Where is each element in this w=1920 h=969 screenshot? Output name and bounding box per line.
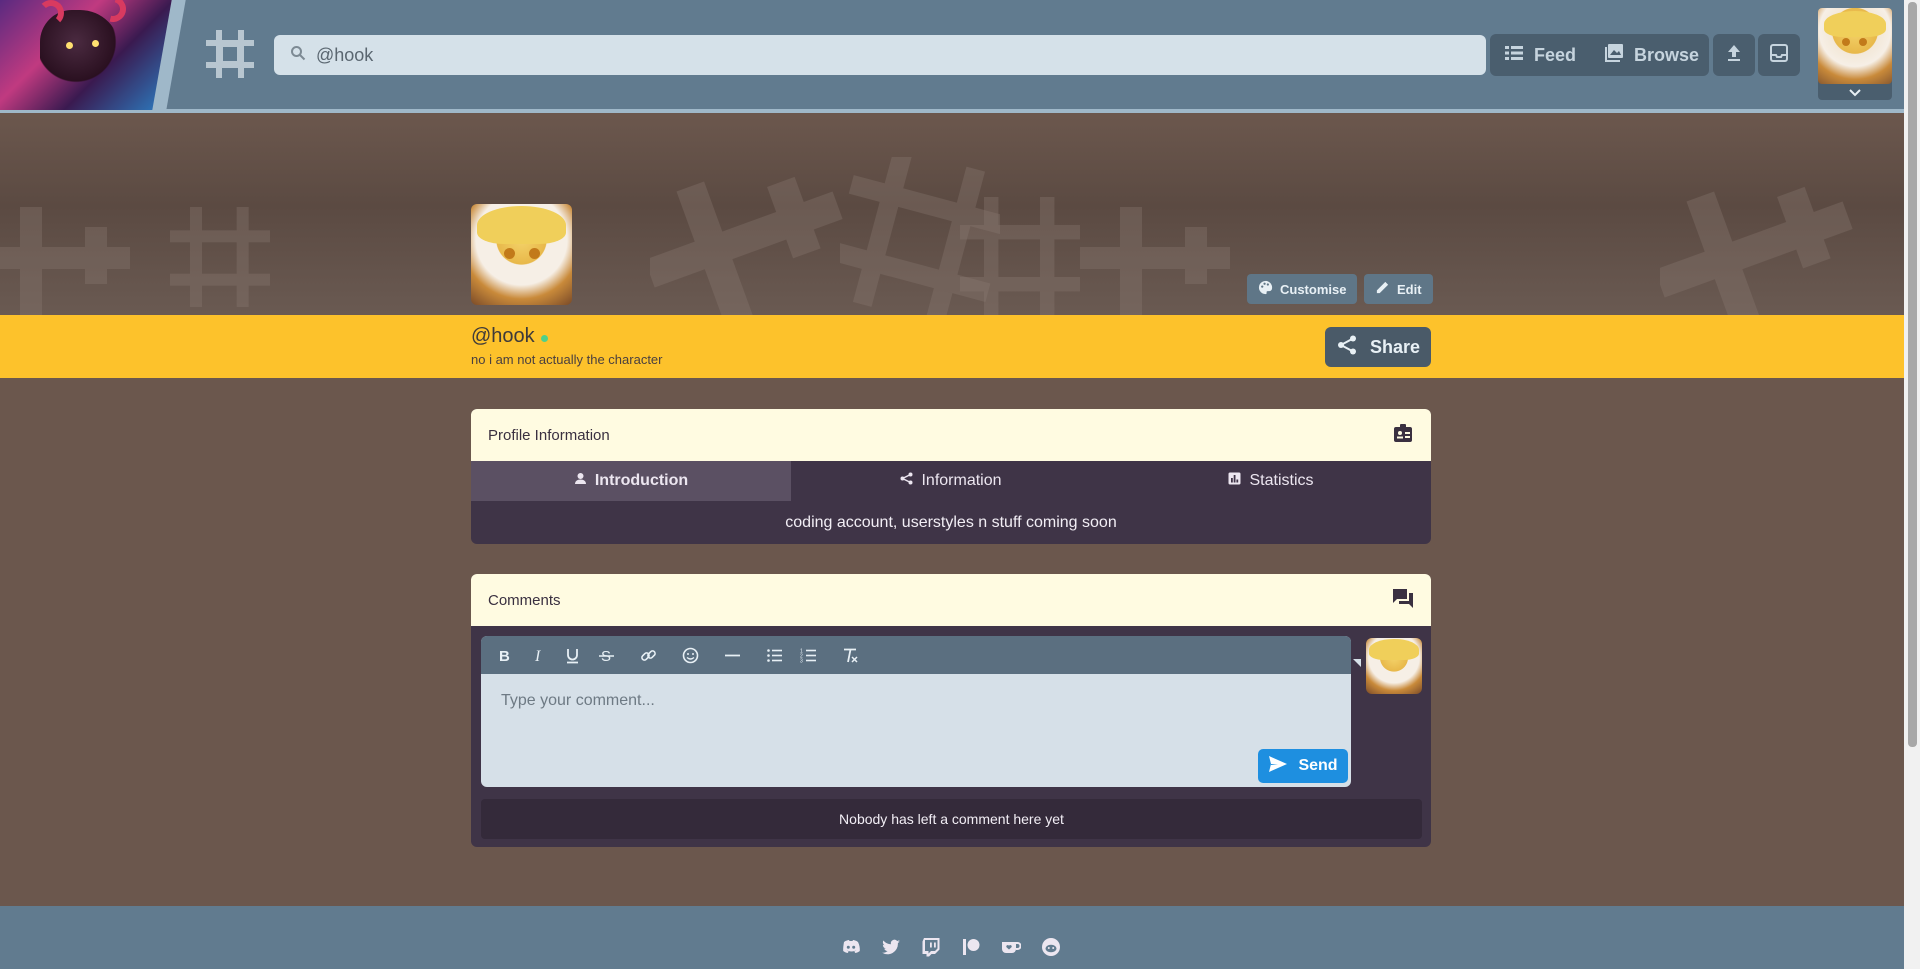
banner-pattern-glyph <box>960 197 1080 315</box>
browse-button[interactable]: Browse <box>1590 34 1713 76</box>
reddit-icon[interactable] <box>1040 936 1062 958</box>
comment-editor: B I S 123 Type your comment... Send <box>481 636 1351 787</box>
share-icon <box>1336 334 1358 361</box>
palette-icon <box>1258 280 1273 298</box>
clear-format-icon[interactable] <box>833 636 867 674</box>
send-icon <box>1268 754 1288 779</box>
pencil-icon <box>1375 280 1390 298</box>
edit-button[interactable]: Edit <box>1364 274 1433 304</box>
profile-tagline: no i am not actually the character <box>471 352 663 367</box>
panel-title: Profile Information <box>488 426 610 444</box>
profile-name-bar <box>0 315 1904 378</box>
chart-icon <box>1228 472 1241 490</box>
bullet-list-icon[interactable] <box>757 636 791 674</box>
share-label: Share <box>1369 336 1421 357</box>
profile-handle: @hook <box>471 325 535 347</box>
italic-icon[interactable]: I <box>521 636 555 674</box>
horizontal-rule-icon[interactable] <box>715 636 749 674</box>
profile-avatar[interactable] <box>471 204 572 305</box>
link-icon[interactable] <box>631 636 665 674</box>
svg-text:3: 3 <box>800 658 803 664</box>
chat-icon <box>1392 587 1414 613</box>
banner-pattern-glyph <box>1080 207 1230 315</box>
tab-label: Introduction <box>594 472 689 489</box>
tab-label: Information <box>921 472 1002 489</box>
upload-icon <box>1724 43 1744 68</box>
site-banner-art[interactable] <box>0 0 180 110</box>
patreon-icon[interactable] <box>960 936 982 958</box>
list-icon <box>1504 43 1524 68</box>
editor-pointer <box>1353 659 1361 667</box>
search-icon <box>290 45 306 66</box>
inbox-button[interactable] <box>1758 34 1800 76</box>
tab-statistics[interactable]: Statistics <box>1111 461 1431 501</box>
twitter-icon[interactable] <box>880 936 902 958</box>
send-label: Send <box>1298 757 1338 774</box>
edit-label: Edit <box>1397 281 1422 297</box>
share-icon <box>900 472 913 490</box>
panel-title: Comments <box>488 591 561 609</box>
editor-toolbar: B I S 123 <box>481 636 1351 674</box>
profile-information-header: Profile Information <box>471 409 1431 461</box>
kofi-icon[interactable] <box>1000 936 1022 958</box>
customise-button[interactable]: Customise <box>1247 274 1358 304</box>
empty-comments-message: Nobody has left a comment here yet <box>481 799 1422 839</box>
search-input[interactable]: @hook <box>316 45 373 66</box>
banner-horn-left <box>38 0 64 26</box>
nav-group: Feed Browse <box>1490 34 1709 76</box>
scrollbar-thumb[interactable] <box>1908 2 1917 747</box>
online-status-dot <box>540 335 548 342</box>
page-scrollbar[interactable] <box>1904 0 1920 969</box>
discord-icon[interactable] <box>840 936 862 958</box>
user-menu[interactable] <box>1818 8 1892 100</box>
top-bar: @hook Feed Browse <box>0 0 1904 113</box>
numbered-list-icon[interactable]: 123 <box>791 636 825 674</box>
comments-panel: Comments B I S 123 Type your comment... <box>471 574 1431 847</box>
tab-label: Statistics <box>1249 472 1314 489</box>
emoji-icon[interactable] <box>673 636 707 674</box>
underline-icon[interactable] <box>555 636 589 674</box>
profile-banner <box>0 117 1904 315</box>
profile-information-panel: Profile Information Introduction Informa… <box>471 409 1431 544</box>
browse-label: Browse <box>1634 44 1700 65</box>
banner-eye-left <box>66 42 73 49</box>
gallery-icon <box>1604 43 1624 68</box>
tab-introduction[interactable]: Introduction <box>471 461 791 501</box>
search-bar[interactable]: @hook <box>274 35 1486 75</box>
svg-text:I: I <box>534 648 541 664</box>
banner-eye-right <box>92 40 99 47</box>
send-button[interactable]: Send <box>1258 749 1348 783</box>
banner-pattern-glyph <box>170 207 270 307</box>
comment-input[interactable]: Type your comment... <box>481 674 1351 787</box>
comments-header: Comments <box>471 574 1431 626</box>
banner-pattern-glyph <box>650 176 843 315</box>
twitch-icon[interactable] <box>920 936 942 958</box>
site-logo-icon[interactable] <box>204 28 256 80</box>
chevron-down-icon <box>1847 86 1863 98</box>
bold-icon[interactable]: B <box>487 636 521 674</box>
customise-label: Customise <box>1280 281 1347 297</box>
banner-pattern-glyph <box>0 207 130 315</box>
tab-information[interactable]: Information <box>791 461 1111 501</box>
profile-handle-line: @hook <box>471 325 548 348</box>
inbox-icon <box>1769 43 1789 68</box>
share-button[interactable]: Share <box>1325 327 1431 367</box>
svg-text:B: B <box>499 648 510 664</box>
social-links <box>840 936 1062 958</box>
profile-tabs: Introduction Information Statistics <box>471 461 1431 501</box>
avatar <box>1366 638 1422 694</box>
introduction-text: coding account, userstyles n stuff comin… <box>785 513 1117 531</box>
banner-pattern-glyph <box>1660 186 1853 315</box>
user-icon <box>574 472 587 490</box>
avatar <box>1818 8 1892 84</box>
feed-button[interactable]: Feed <box>1490 34 1590 76</box>
upload-button[interactable] <box>1713 34 1755 76</box>
strikethrough-icon[interactable]: S <box>589 636 623 674</box>
feed-label: Feed <box>1534 44 1577 65</box>
id-card-icon <box>1392 422 1414 448</box>
